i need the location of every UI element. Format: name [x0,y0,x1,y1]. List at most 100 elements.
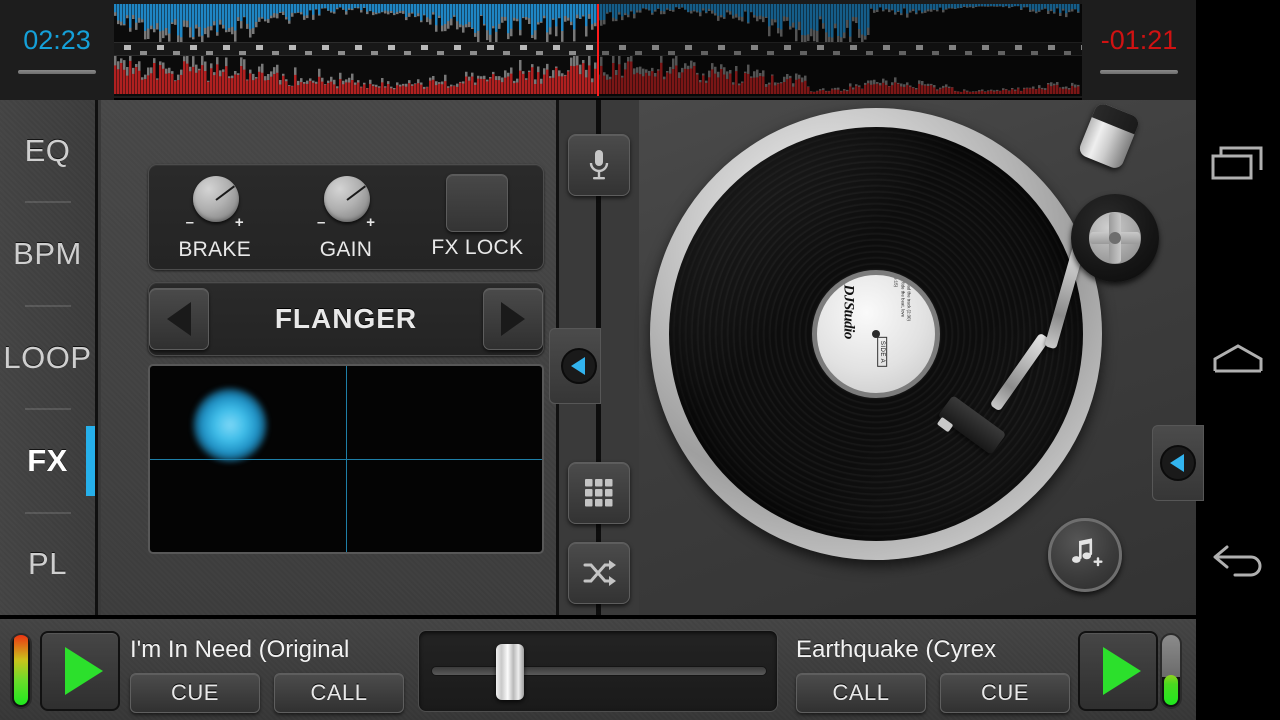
fx-prev-button[interactable] [149,288,209,350]
home-icon [1211,341,1265,379]
fx-effect-name: FLANGER [209,303,483,335]
microphone-button[interactable] [568,134,630,196]
tonearm-pivot [1109,232,1121,244]
spindle [872,330,880,338]
back-icon [1211,541,1265,579]
beat-tick [355,45,362,50]
beat-tick [223,45,230,50]
left-vu-level [14,633,28,705]
recent-apps-icon [1211,144,1265,182]
right-cue-row: CALL CUE [796,673,1096,713]
sidebar-item-loop[interactable]: LOOP [0,307,95,408]
sidebar-item-label: PL [28,546,67,582]
fx-next-button[interactable] [483,288,543,350]
tonearm-base[interactable] [1071,194,1159,282]
fx-xy-pad[interactable] [148,364,544,554]
back-button[interactable] [1196,505,1280,615]
beat-tick [520,45,527,50]
right-vu-meter [1160,633,1182,709]
play-icon [1103,647,1141,695]
brake-knob-pointer [215,185,235,200]
left-deck-info: I'm In Need (Original CUE CALL [130,637,430,713]
playhead [597,4,599,96]
beat-tick [916,45,923,50]
xy-pad-cursor[interactable] [193,388,267,462]
triangle-left-icon [1160,445,1196,481]
triangle-left-icon [561,348,597,384]
deck-panel-tab[interactable] [1152,425,1204,501]
beat-tick [965,51,972,55]
record-label-tracks: 1. Load the track (2:30) 2. Ride the bea… [892,276,911,322]
gain-knob[interactable]: – + [307,172,385,234]
right-play-button[interactable] [1078,631,1158,711]
crossfader[interactable] [418,630,778,712]
home-button[interactable] [1196,305,1280,415]
vinyl-record[interactable]: DJStudio SIDE A 1. Load the track (2:30)… [669,127,1083,541]
android-navbar [1196,0,1280,720]
beat-tick [883,45,890,50]
beat-tick [932,51,939,55]
beat-tick [817,45,824,50]
beat-tick [272,51,279,55]
beat-tick [1015,45,1022,50]
beat-tick [899,51,906,55]
gain-knob-pointer [346,185,366,200]
turntable-platter[interactable]: DJStudio SIDE A 1. Load the track (2:30)… [650,108,1102,560]
beat-tick [157,45,164,50]
left-call-button[interactable]: CALL [274,673,404,713]
right-call-button[interactable]: CALL [796,673,926,713]
beat-tick [388,45,395,50]
knob-minus-label: – [317,215,325,230]
sidebar-item-label: EQ [25,133,71,169]
beat-tick [256,45,263,50]
beat-tick [173,51,180,55]
crossfader-handle[interactable] [496,644,524,700]
beat-tick [404,51,411,55]
beat-tick [751,45,758,50]
fx-knob-card: – + BRAKE – + GAIN [148,164,544,270]
brake-knob[interactable]: – + [176,172,254,234]
beat-tick [586,45,593,50]
waveform-display[interactable] [114,4,1082,96]
shuffle-icon [582,558,616,588]
gain-label: GAIN [320,238,373,262]
gain-knob-cell: – + GAIN [280,172,411,262]
fx-lock-button[interactable] [446,174,508,232]
sidebar-item-bpm[interactable]: BPM [0,203,95,304]
beat-tick [487,45,494,50]
beat-tick [982,45,989,50]
left-vu-meter [10,633,32,709]
main-body: EQ BPM LOOP FX PL [0,100,1196,615]
left-play-button[interactable] [40,631,120,711]
shuffle-button[interactable] [568,542,630,604]
beat-tick [536,51,543,55]
fx-panel-collapse-tab[interactable] [549,328,601,404]
recent-apps-button[interactable] [1196,108,1280,218]
triangle-right-icon [501,302,525,336]
sidebar-item-eq[interactable]: EQ [0,100,95,201]
beat-tick [454,45,461,50]
right-cue-button[interactable]: CUE [940,673,1070,713]
elapsed-time-underline [18,70,96,74]
beat-tick [322,45,329,50]
beat-tick [421,45,428,50]
knob-minus-label: – [186,215,194,230]
beat-tick [553,45,560,50]
left-cue-row: CUE CALL [130,673,430,713]
beat-tick [239,51,246,55]
beat-tick [289,45,296,50]
tonearm-counterweight[interactable] [1077,101,1141,170]
add-track-button[interactable] [1048,518,1122,592]
sidebar-item-pl[interactable]: PL [0,514,95,615]
beat-tick [635,51,642,55]
fx-lock-cell: FX LOCK [412,174,543,260]
beat-tick [668,51,675,55]
beat-tick [949,45,956,50]
beat-tick [470,51,477,55]
tonearm-hub [1089,212,1141,264]
sidebar-item-fx[interactable]: FX [0,410,95,511]
record-label: DJStudio SIDE A 1. Load the track (2:30)… [812,270,940,398]
left-cue-button[interactable]: CUE [130,673,260,713]
left-track-title: I'm In Need (Original [130,637,430,663]
grid-button[interactable] [568,462,630,524]
